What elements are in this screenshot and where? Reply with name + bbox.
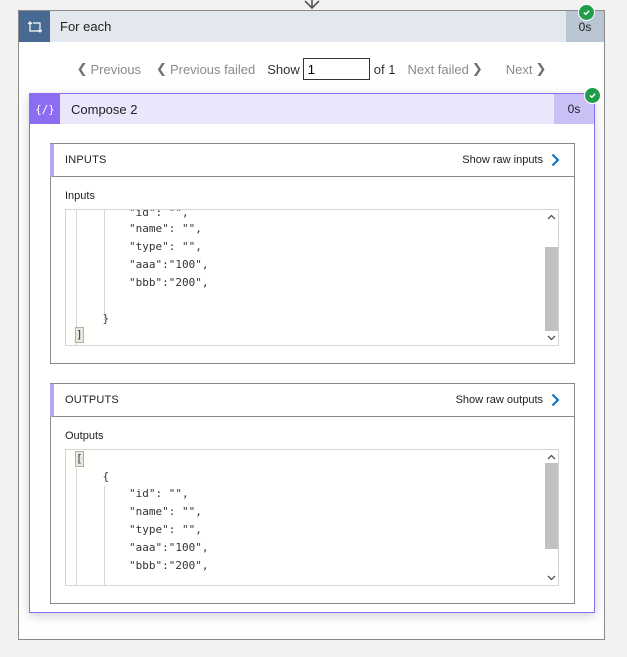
foreach-header[interactable]: For each 0s <box>19 11 604 42</box>
next-failed-button[interactable]: Next failed ❯ <box>407 61 485 77</box>
code-line: "bbb":"200", <box>76 559 209 572</box>
inputs-scrollbar[interactable] <box>544 210 558 345</box>
previous-label: Previous <box>90 61 142 77</box>
scroll-down-icon[interactable] <box>544 571 558 585</box>
code-line: "bbb":"200", <box>76 276 209 289</box>
previous-failed-label: Previous failed <box>169 61 256 77</box>
code-line: "aaa":"100", <box>76 541 209 554</box>
outputs-section-header: OUTPUTS Show raw outputs <box>50 384 574 417</box>
flow-connector-arrow-icon <box>304 0 320 10</box>
show-raw-outputs-link[interactable]: Show raw outputs <box>456 393 560 407</box>
next-failed-label: Next failed <box>407 61 469 77</box>
chevron-right-icon <box>551 393 560 407</box>
scroll-up-icon[interactable] <box>544 210 558 224</box>
outputs-section: OUTPUTS Show raw outputs Outputs [ { "id… <box>50 383 575 604</box>
show-label: Show <box>267 61 300 77</box>
chevron-left-icon: ❮ <box>156 61 167 76</box>
inputs-section-header: INPUTS Show raw inputs <box>50 144 574 177</box>
chevron-right-icon <box>551 153 560 167</box>
code-line: { <box>76 470 110 483</box>
code-line: "name": "", <box>76 222 202 235</box>
loop-icon <box>19 11 50 42</box>
chevron-left-icon: ❮ <box>76 61 88 76</box>
outputs-code-viewer[interactable]: [ { "id": "", "name": "", "type": "", "a… <box>65 449 559 586</box>
inputs-scroll-thumb[interactable] <box>545 247 558 331</box>
show-raw-inputs-label: Show raw inputs <box>462 154 543 166</box>
code-line: "name": "", <box>76 505 202 518</box>
compose-header[interactable]: {∕} Compose 2 0s <box>30 94 594 124</box>
scroll-up-icon[interactable] <box>544 450 558 464</box>
next-label: Next <box>505 61 533 77</box>
compose-title: Compose 2 <box>71 101 138 117</box>
code-line: [ <box>75 451 84 467</box>
compose-icon: {∕} <box>30 94 60 124</box>
code-line: "id": "", <box>76 487 189 500</box>
previous-button[interactable]: ❮ Previous <box>74 61 141 77</box>
compose-card: {∕} Compose 2 0s INPUTS Show raw inputs … <box>29 93 595 613</box>
next-button[interactable]: Next ❯ <box>506 61 550 77</box>
outputs-field-label: Outputs <box>65 430 104 442</box>
success-check-icon <box>584 87 601 104</box>
success-check-icon <box>578 4 595 21</box>
scroll-down-icon[interactable] <box>544 331 558 345</box>
outputs-scrollbar[interactable] <box>544 450 558 585</box>
inputs-section-title: INPUTS <box>65 154 107 166</box>
code-line: "aaa":"100", <box>76 258 209 271</box>
of-total-label: of 1 <box>373 61 396 77</box>
chevron-right-icon: ❯ <box>471 61 483 76</box>
inputs-section: INPUTS Show raw inputs Inputs "id": "", … <box>50 143 575 364</box>
show-raw-inputs-link[interactable]: Show raw inputs <box>462 153 560 167</box>
foreach-title: For each <box>60 19 112 34</box>
previous-failed-button[interactable]: ❮ Previous failed <box>153 61 255 77</box>
outputs-section-title: OUTPUTS <box>65 394 119 406</box>
code-line: ] <box>75 327 84 343</box>
chevron-right-icon: ❯ <box>535 61 547 76</box>
iteration-number-input[interactable] <box>302 58 370 80</box>
outputs-scroll-thumb[interactable] <box>545 463 558 549</box>
inputs-field-label: Inputs <box>65 190 95 202</box>
inputs-code-viewer[interactable]: "id": "", "name": "", "type": "", "aaa":… <box>65 209 559 346</box>
code-line: } <box>76 312 110 325</box>
code-line: "type": "", <box>76 523 202 536</box>
code-line: "type": "", <box>76 240 202 253</box>
iteration-pager: ❮ Previous ❮ Previous failed Show of 1 N… <box>19 56 604 82</box>
show-raw-outputs-label: Show raw outputs <box>455 394 543 406</box>
